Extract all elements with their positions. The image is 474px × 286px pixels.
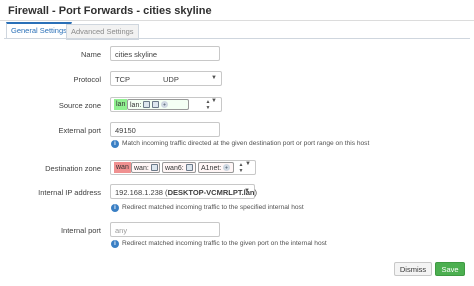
destination-zone-chip-a1net: A1net: — [198, 162, 234, 173]
network-icon — [152, 101, 160, 108]
network-icon — [185, 164, 193, 171]
destination-zone-select[interactable]: wan wan: wan6: A1net: ▲ ▼ ▼ — [110, 160, 256, 175]
protocol-value-tcp: TCP — [115, 75, 130, 84]
internal-port-input[interactable]: any — [110, 222, 220, 237]
source-zone-select[interactable]: lan lan: ▲ ▼ ▼ — [110, 97, 222, 112]
info-icon: i — [111, 204, 119, 212]
tab-divider — [4, 38, 470, 39]
chevron-down-icon: ▼ — [211, 98, 217, 104]
name-input[interactable]: cities skyline — [110, 46, 220, 61]
internal-ip-select[interactable]: 192.168.1.238 (DESKTOP-VCMRLPT.lan) ▼ — [110, 184, 258, 199]
info-icon: i — [111, 140, 119, 148]
chevron-down-icon: ▼ — [245, 161, 251, 167]
source-zone-label: Source zone — [58, 101, 101, 110]
internal-ip-label: Internal IP address — [38, 188, 101, 197]
chip-label: wan6: — [165, 165, 184, 172]
chevron-down-icon: ▼ — [238, 168, 244, 174]
protocol-value-udp: UDP — [163, 75, 179, 84]
dismiss-button[interactable]: Dismiss — [394, 262, 432, 276]
protocol-label: Protocol — [73, 75, 101, 84]
external-port-help: Match incoming traffic directed at the g… — [122, 140, 370, 147]
source-zone-chip-label: lan: — [130, 102, 142, 109]
title-divider — [0, 20, 474, 21]
chip-label: wan: — [134, 165, 149, 172]
external-port-label: External port — [58, 126, 101, 135]
internal-port-label: Internal port — [60, 226, 101, 235]
internal-ip-host: DESKTOP-VCMRLPT.lan — [167, 188, 255, 197]
tab-general-settings[interactable]: General Settings — [6, 22, 72, 39]
internal-port-help: Redirect matched incoming traffic to the… — [122, 240, 327, 247]
save-button[interactable]: Save — [435, 262, 465, 276]
source-zone-chip: lan: — [127, 99, 189, 110]
destination-zone-chip-wan6: wan6: — [162, 162, 196, 173]
dialog-title: Firewall - Port Forwards - cities skylin… — [8, 5, 212, 17]
destination-zone-badge: wan — [114, 162, 131, 173]
destination-zone-chip-wan: wan: — [131, 162, 160, 173]
chevron-down-icon: ▼ — [211, 75, 217, 81]
chevron-down-icon: ▼ — [244, 188, 250, 194]
internal-ip-value: 192.168.1.238 (DESKTOP-VCMRLPT.lan) — [115, 188, 258, 197]
info-icon: i — [111, 240, 119, 248]
chevron-down-icon: ▼ — [205, 105, 211, 111]
network-icon — [143, 101, 151, 108]
internal-ip-address: 192.168.1.238 — [115, 188, 163, 197]
name-label: Name — [80, 50, 101, 59]
source-zone-badge: lan — [114, 99, 128, 110]
external-port-input[interactable]: 49150 — [110, 122, 220, 137]
wifi-icon — [223, 164, 231, 171]
wifi-icon — [161, 101, 169, 108]
network-icon — [150, 164, 158, 171]
internal-ip-help: Redirect matched incoming traffic to the… — [122, 204, 304, 211]
protocol-select[interactable]: TCP UDP ▼ — [110, 71, 222, 86]
destination-zone-label: Destination zone — [45, 164, 101, 173]
chip-label: A1net: — [201, 165, 222, 172]
